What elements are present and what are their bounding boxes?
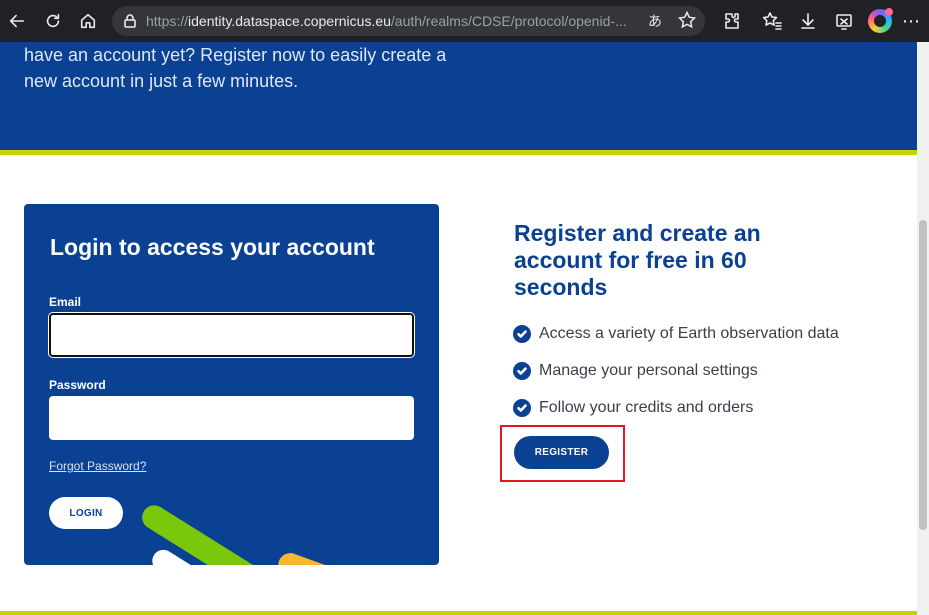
lock-icon bbox=[122, 13, 138, 29]
benefit-item: Manage your personal settings bbox=[513, 362, 758, 380]
read-aloud-icon[interactable]: あ bbox=[648, 11, 662, 31]
benefit-text: Follow your credits and orders bbox=[539, 399, 754, 416]
home-icon bbox=[80, 13, 96, 29]
url-text: https://identity.dataspace.copernicus.eu… bbox=[146, 13, 646, 29]
login-card: Login to access your account Email Passw… bbox=[24, 204, 439, 565]
scrollbar-thumb[interactable] bbox=[919, 220, 927, 530]
check-circle-icon bbox=[513, 399, 531, 417]
benefit-item: Follow your credits and orders bbox=[513, 399, 753, 417]
notification-dot bbox=[885, 8, 893, 16]
benefit-text: Manage your personal settings bbox=[539, 362, 758, 379]
refresh-button[interactable] bbox=[40, 8, 66, 34]
login-title: Login to access your account bbox=[50, 234, 375, 260]
refresh-icon bbox=[46, 13, 60, 28]
benefit-item: Access a variety of Earth observation da… bbox=[513, 325, 839, 343]
url-scheme: https:// bbox=[146, 13, 189, 29]
password-label: Password bbox=[49, 378, 106, 392]
favorites-icon[interactable] bbox=[762, 11, 782, 31]
browser-toolbar: https://identity.dataspace.copernicus.eu… bbox=[0, 0, 929, 42]
hero-text: have an account yet? Register now to eas… bbox=[24, 45, 447, 91]
download-icon[interactable] bbox=[798, 11, 818, 31]
favorite-star-icon[interactable] bbox=[677, 10, 697, 29]
url-path: /auth/realms/CDSE/protocol/openid-... bbox=[390, 13, 627, 29]
copilot-icon[interactable] bbox=[868, 8, 893, 33]
arrow-left-icon bbox=[9, 14, 25, 28]
more-menu-icon[interactable]: ⋯ bbox=[902, 11, 920, 31]
forgot-password-link[interactable]: Forgot Password? bbox=[49, 459, 146, 473]
check-circle-icon bbox=[513, 362, 531, 380]
extensions-icon[interactable] bbox=[722, 11, 742, 31]
decorative-yellow-stripe bbox=[274, 549, 359, 565]
accent-stripe bbox=[0, 150, 917, 155]
login-button[interactable]: LOGIN bbox=[49, 497, 123, 529]
email-input[interactable] bbox=[51, 315, 412, 355]
register-button[interactable]: REGISTER bbox=[514, 436, 609, 469]
register-title: Register and create an account for free … bbox=[514, 220, 761, 300]
email-field[interactable] bbox=[49, 313, 414, 357]
url-host: identity.dataspace.copernicus.eu bbox=[188, 13, 391, 29]
scrollbar[interactable] bbox=[917, 42, 929, 615]
check-circle-icon bbox=[513, 325, 531, 343]
email-label: Email bbox=[49, 295, 82, 309]
password-field[interactable] bbox=[49, 396, 414, 440]
hero-banner: have an account yet? Register now to eas… bbox=[0, 42, 917, 150]
bottom-accent-stripe bbox=[0, 611, 917, 615]
password-input[interactable] bbox=[50, 397, 413, 439]
back-button[interactable] bbox=[4, 8, 30, 34]
home-button[interactable] bbox=[75, 8, 101, 34]
address-bar[interactable]: https://identity.dataspace.copernicus.eu… bbox=[112, 6, 705, 36]
benefit-text: Access a variety of Earth observation da… bbox=[539, 325, 839, 342]
screenshot-icon[interactable] bbox=[834, 11, 854, 31]
